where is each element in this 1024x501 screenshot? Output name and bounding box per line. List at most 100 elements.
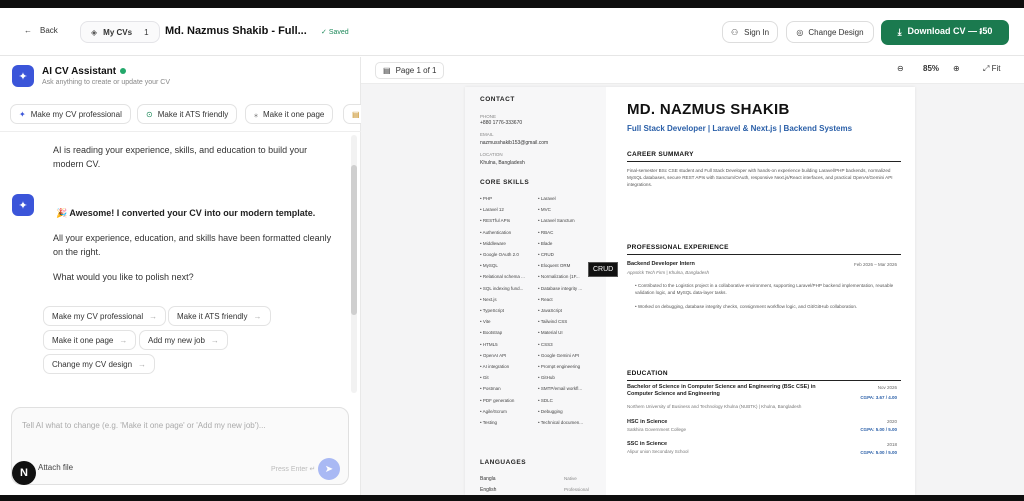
job-bullet-text: Worked on debugging, database integrity … bbox=[637, 304, 858, 309]
download-cv-button[interactable]: ⤓ Download CV — ៛50 bbox=[881, 20, 1009, 45]
divider bbox=[627, 161, 901, 162]
edu-gpa: CGPA: 3.67 / 4.00 bbox=[860, 395, 897, 400]
cv-preview-panel: ▤ Page 1 of 1 ⊖ 85% ⊕ ⤢ Fit CONTACT PHON… bbox=[361, 57, 1024, 495]
job-bullet: • Worked on debugging, database integrit… bbox=[635, 304, 858, 309]
quick-action-one-page[interactable]: ⁎ Make it one page bbox=[245, 104, 334, 124]
suggestion-label: Change my CV design bbox=[52, 359, 133, 369]
skill-item: • Relational schema ... bbox=[480, 274, 525, 280]
suggestion-one-page[interactable]: Make it one page → bbox=[43, 330, 137, 350]
hover-tooltip: CRUD bbox=[588, 262, 619, 277]
suggestion-design[interactable]: Change my CV design → bbox=[43, 354, 156, 374]
my-cvs-count: 1 bbox=[144, 27, 149, 37]
user-avatar[interactable]: N bbox=[12, 461, 36, 485]
quick-action-label: Make it ATS friendly bbox=[157, 109, 229, 119]
suggestion-ats[interactable]: Make it ATS friendly → bbox=[168, 306, 271, 326]
skill-item: • PHP bbox=[480, 196, 493, 201]
arrow-right-icon: → bbox=[138, 359, 147, 369]
saved-status: ✓ Saved bbox=[321, 28, 349, 36]
user-icon: ⚇ bbox=[730, 27, 739, 37]
job-bullet: • Contributed to the Logistics project i… bbox=[635, 283, 894, 295]
change-design-button[interactable]: ◎ Change Design bbox=[786, 21, 874, 43]
edu-school: Northern University of Business and Tech… bbox=[627, 404, 802, 409]
assistant-subtitle: Ask anything to create or update your CV bbox=[42, 79, 171, 86]
skill-item: • Prompt engineering bbox=[538, 364, 581, 369]
back-button[interactable]: ← Back bbox=[24, 26, 58, 35]
page-icon: ▤ bbox=[383, 66, 391, 75]
sign-in-button[interactable]: ⚇ Sign In bbox=[722, 21, 778, 43]
skill-item: • Middleware bbox=[480, 240, 506, 246]
skill-item: • CSS3 bbox=[538, 341, 553, 347]
magic-icon: ⁎ bbox=[254, 109, 258, 119]
skill-item: • Material UI bbox=[538, 330, 563, 336]
skill-item: • RESTful APIs bbox=[480, 218, 511, 224]
quick-action-ats[interactable]: ⊙ Make it ATS friendly bbox=[137, 104, 238, 124]
download-label: Download CV — ៛50 bbox=[907, 26, 993, 36]
fit-button[interactable]: ⤢ Fit bbox=[983, 64, 1001, 74]
quick-action-label: Make it one page bbox=[263, 109, 325, 119]
bottom-edge bbox=[0, 495, 1024, 501]
job-title: Backend Developer Intern bbox=[627, 261, 695, 267]
skill-item: • MVC bbox=[538, 207, 551, 213]
saved-label: Saved bbox=[328, 29, 349, 36]
top-edge bbox=[0, 0, 1024, 8]
chat-input[interactable]: Tell AI what to change (e.g. 'Make it on… bbox=[11, 407, 349, 485]
skill-item: • Tailwind CSS bbox=[538, 319, 568, 325]
skill-item: • Postman bbox=[480, 386, 501, 392]
zoom-level: 85% bbox=[923, 64, 940, 73]
suggestion-label: Add my new job bbox=[148, 335, 205, 345]
skill-item: • Authentication bbox=[480, 229, 512, 235]
skill-item: • JavaScript bbox=[538, 308, 562, 313]
suggestion-professional[interactable]: Make my CV professional → bbox=[43, 306, 167, 326]
zoom-in-button[interactable]: ⊕ bbox=[953, 64, 960, 73]
check-icon: ✓ bbox=[321, 29, 327, 36]
my-cvs-button[interactable]: ◈ My CVs 1 bbox=[80, 21, 160, 43]
back-label: Back bbox=[40, 26, 58, 35]
skill-item: • GitHub bbox=[538, 375, 555, 381]
sparkle-icon: ✦ bbox=[12, 65, 34, 87]
zoom-out-button[interactable]: ⊖ bbox=[897, 64, 904, 73]
skill-item: • Database integrity ... bbox=[538, 285, 583, 291]
skill-item: • Bootstrap bbox=[480, 330, 503, 336]
skill-item: • Git bbox=[480, 375, 489, 381]
assistant-message-heading: 🎉 Awesome! I converted your CV into our … bbox=[56, 208, 316, 218]
skill-item: • Normalization (1F... bbox=[538, 274, 580, 280]
page-label: Page 1 of 1 bbox=[395, 66, 437, 75]
send-button[interactable]: ➤ bbox=[318, 458, 340, 480]
skill-item: • Google OAuth 2.0 bbox=[480, 252, 519, 257]
edu-degree: Bachelor of Science in Computer Science … bbox=[627, 384, 816, 397]
chat-scrollbar-thumb[interactable] bbox=[351, 165, 357, 315]
summary-text: Final-semester BSc CSE student and Full … bbox=[627, 168, 893, 187]
skill-item: • Vite bbox=[480, 319, 491, 325]
cv-page: CONTACT PHONE +880 1776-333670 EMAIL naz… bbox=[465, 87, 915, 495]
divider bbox=[627, 380, 901, 381]
edu-date: Nov 2026 bbox=[877, 385, 897, 390]
skill-item: • SMTP/email workfl... bbox=[538, 386, 583, 392]
skill-item: • Eloquent ORM bbox=[538, 263, 571, 269]
skill-item: • PDF generation bbox=[480, 397, 515, 403]
assistant-message-paragraph: What would you like to polish next? bbox=[53, 272, 194, 282]
layers-icon: ◈ bbox=[91, 27, 98, 37]
skill-item: • MySQL bbox=[480, 263, 498, 269]
quick-actions-bar: ✦ Make my CV professional ⊙ Make it ATS … bbox=[0, 104, 361, 132]
attach-file-button[interactable]: Attach file bbox=[38, 463, 73, 472]
sparkle-icon: ✦ bbox=[19, 109, 26, 119]
summary-heading: CAREER SUMMARY bbox=[627, 151, 694, 158]
skill-item: • Testing bbox=[480, 420, 498, 425]
edu-date: 2020 bbox=[886, 419, 897, 424]
change-design-label: Change Design bbox=[808, 27, 864, 37]
edu-gpa: CGPA: 5.00 / 5.00 bbox=[860, 427, 897, 432]
job-company: Appstick Tech Firm | Khulna, Bangladesh bbox=[627, 270, 710, 275]
edu-gpa: CGPA: 5.00 / 5.00 bbox=[860, 450, 897, 455]
chat-input-placeholder: Tell AI what to change (e.g. 'Make it on… bbox=[22, 421, 266, 430]
skill-item: • SQL indexing fund... bbox=[480, 285, 524, 291]
location-value: Khulna, Bangladesh bbox=[480, 160, 525, 166]
suggestion-new-job[interactable]: Add my new job → bbox=[139, 330, 228, 350]
email-value: nazmusshakib153@gmail.com bbox=[480, 140, 549, 146]
attach-label: Attach file bbox=[38, 463, 74, 472]
experience-heading: PROFESSIONAL EXPERIENCE bbox=[627, 244, 729, 251]
languages-heading: LANGUAGES bbox=[480, 459, 527, 466]
cv-title[interactable]: Md. Nazmus Shakib - Full... bbox=[165, 25, 307, 37]
quick-action-professional[interactable]: ✦ Make my CV professional bbox=[10, 104, 131, 124]
quick-action-more[interactable]: ▤ bbox=[343, 104, 361, 124]
arrow-right-icon: → bbox=[210, 335, 219, 345]
